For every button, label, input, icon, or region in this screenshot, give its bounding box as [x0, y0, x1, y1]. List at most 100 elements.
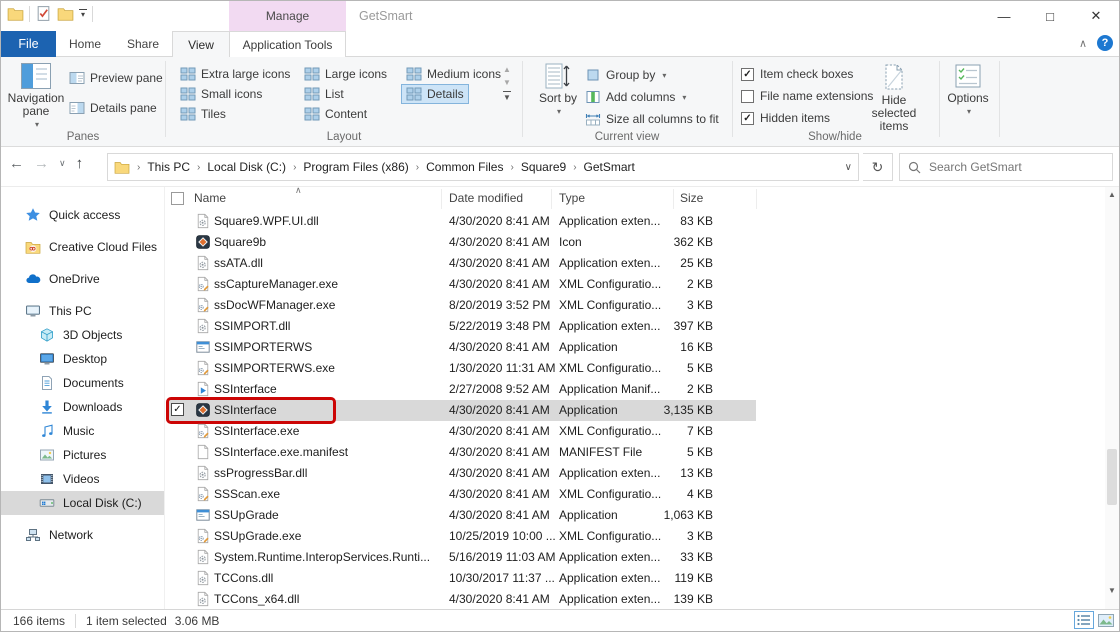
layout-option-large-icons[interactable]: Large icons: [299, 64, 392, 84]
file-row-ssdocwfmanager-exe[interactable]: ssDocWFManager.exe8/20/2019 3:52 PMXML C…: [166, 295, 1107, 316]
breadcrumb-segment-program-files-x86[interactable]: Program Files (x86): [303, 160, 408, 174]
sidebar-item-quick-access[interactable]: Quick access: [1, 203, 164, 227]
hide-selected-items-button[interactable]: Hide selected items: [861, 63, 927, 133]
breadcrumb-segment-local-disk-c[interactable]: Local Disk (C:): [207, 160, 286, 174]
size-all-columns-button[interactable]: Size all columns to fit: [585, 111, 719, 127]
contextual-tab-group-manage[interactable]: Manage: [229, 1, 346, 31]
details-pane-button[interactable]: Details pane: [69, 100, 157, 116]
layout-option-medium-icons[interactable]: Medium icons: [401, 64, 506, 84]
scroll-down-icon[interactable]: ▼: [503, 78, 511, 87]
folder-icon[interactable]: [57, 5, 74, 22]
scrollbar-thumb[interactable]: [1107, 449, 1117, 505]
file-row-system-runtime-interopservices-runti[interactable]: System.Runtime.InteropServices.Runti...5…: [166, 547, 1107, 568]
tab-share[interactable]: Share: [114, 31, 172, 57]
breadcrumb-separator-icon[interactable]: ›: [197, 162, 200, 173]
select-all-checkbox[interactable]: [171, 192, 184, 205]
breadcrumb-dropdown-icon[interactable]: ∨: [845, 162, 852, 173]
sidebar-item-pictures[interactable]: Pictures: [1, 443, 164, 467]
refresh-button[interactable]: ↻: [863, 153, 893, 181]
breadcrumb[interactable]: › This PC › Local Disk (C:) › Program Files (…: [107, 153, 859, 181]
up-icon[interactable]: ↑: [76, 155, 84, 172]
file-row-ssimporterws-exe[interactable]: SSIMPORTERWS.exe1/30/2020 11:31 AMXML Co…: [166, 358, 1107, 379]
back-icon[interactable]: ←: [9, 155, 24, 172]
file-row-ssinterface-exe[interactable]: SSInterface.exe4/30/2020 8:41 AMXML Conf…: [166, 421, 1107, 442]
file-row-tccons-dll[interactable]: TCCons.dll10/30/2017 11:37 ...Applicatio…: [166, 568, 1107, 589]
navigation-pane-button[interactable]: Navigation pane▾: [9, 63, 63, 131]
file-row-ssata-dll[interactable]: ssATA.dll4/30/2020 8:41 AMApplication ex…: [166, 253, 1107, 274]
sidebar-item-music[interactable]: Music: [1, 419, 164, 443]
sidebar-item-downloads[interactable]: Downloads: [1, 395, 164, 419]
maximize-button[interactable]: □: [1027, 1, 1073, 31]
options-button[interactable]: Options▾: [943, 63, 993, 118]
file-row-tccons-x64-dll[interactable]: TCCons_x64.dll4/30/2020 8:41 AMApplicati…: [166, 589, 1107, 610]
sidebar-item-creative-cloud-files[interactable]: Creative Cloud Files: [1, 235, 164, 259]
breadcrumb-segment-common-files[interactable]: Common Files: [426, 160, 503, 174]
file-row-ssimport-dll[interactable]: SSIMPORT.dll5/22/2019 3:48 PMApplication…: [166, 316, 1107, 337]
close-button[interactable]: ✕: [1073, 1, 1119, 31]
file-row-ssscan-exe[interactable]: SSScan.exe4/30/2020 8:41 AMXML Configura…: [166, 484, 1107, 505]
breadcrumb-segment-this-pc[interactable]: This PC: [147, 160, 190, 174]
sidebar-item-onedrive[interactable]: OneDrive: [1, 267, 164, 291]
sidebar-item-network[interactable]: Network: [1, 523, 164, 547]
scroll-up-icon[interactable]: ▲: [503, 65, 511, 74]
column-header-date-modified[interactable]: Date modified: [449, 191, 523, 205]
checkbox-item-check-boxes[interactable]: ✓Item check boxes: [741, 67, 853, 81]
layout-option-list[interactable]: List: [299, 84, 349, 104]
more-layouts-icon[interactable]: ▼: [503, 91, 511, 102]
forward-icon[interactable]: →: [34, 155, 49, 172]
tab-home[interactable]: Home: [56, 31, 114, 57]
scrollbar-up-icon[interactable]: ▲: [1105, 187, 1119, 201]
search-input[interactable]: [929, 160, 1089, 174]
breadcrumb-segment-square9[interactable]: Square9: [521, 160, 566, 174]
details-view-button[interactable]: [1074, 611, 1094, 629]
breadcrumb-separator-icon[interactable]: ›: [416, 162, 419, 173]
layout-option-content[interactable]: Content: [299, 104, 372, 124]
item-checkbox-checked[interactable]: ✓: [171, 403, 184, 416]
sidebar-item-videos[interactable]: Videos: [1, 467, 164, 491]
scrollbar-down-icon[interactable]: ▼: [1105, 583, 1119, 597]
layout-option-details[interactable]: Details: [401, 84, 469, 104]
column-header-name[interactable]: Name: [194, 191, 226, 205]
layout-option-tiles[interactable]: Tiles: [175, 104, 231, 124]
file-row-ssinterface-exe-manifest[interactable]: SSInterface.exe.manifest4/30/2020 8:41 A…: [166, 442, 1107, 463]
file-row-ssupgrade[interactable]: SSUpGrade4/30/2020 8:41 AMApplication1,0…: [166, 505, 1107, 526]
file-row-ssupgrade-exe[interactable]: SSUpGrade.exe10/25/2019 10:00 ...XML Con…: [166, 526, 1107, 547]
layout-option-small-icons[interactable]: Small icons: [175, 84, 267, 104]
properties-check-icon[interactable]: [35, 5, 52, 22]
breadcrumb-separator-icon[interactable]: ›: [573, 162, 576, 173]
breadcrumb-separator-icon[interactable]: ›: [510, 162, 513, 173]
collapse-ribbon-icon[interactable]: ∧: [1079, 37, 1087, 50]
thumbnails-view-button[interactable]: [1096, 611, 1116, 629]
preview-pane-button[interactable]: Preview pane: [69, 70, 163, 86]
file-row-square9-wpf-ui-dll[interactable]: Square9.WPF.UI.dll4/30/2020 8:41 AMAppli…: [166, 211, 1107, 232]
tab-file[interactable]: File: [1, 31, 56, 57]
file-row-square9b[interactable]: Square9b4/30/2020 8:41 AMIcon362 KB: [166, 232, 1107, 253]
file-row-ssimporterws[interactable]: SSIMPORTERWS4/30/2020 8:41 AMApplication…: [166, 337, 1107, 358]
layout-option-extra-large-icons[interactable]: Extra large icons: [175, 64, 295, 84]
file-row-ssprogressbar-dll[interactable]: ssProgressBar.dll4/30/2020 8:41 AMApplic…: [166, 463, 1107, 484]
breadcrumb-separator-icon[interactable]: ›: [137, 162, 140, 173]
group-by-button[interactable]: Group by▾: [585, 67, 666, 83]
tab-view[interactable]: View: [172, 31, 230, 57]
folder-icon[interactable]: [7, 5, 24, 22]
file-row-ssinterface[interactable]: SSInterface2/27/2008 9:52 AMApplication …: [166, 379, 1107, 400]
sidebar-item-documents[interactable]: Documents: [1, 371, 164, 395]
breadcrumb-separator-icon[interactable]: ›: [293, 162, 296, 173]
add-columns-button[interactable]: Add columns▾: [585, 89, 686, 105]
checkbox-file-name-extensions[interactable]: File name extensions: [741, 89, 873, 103]
minimize-button[interactable]: —: [981, 1, 1027, 31]
help-icon[interactable]: ?: [1097, 35, 1113, 51]
column-header-type[interactable]: Type: [559, 191, 585, 205]
vertical-scrollbar[interactable]: ▲ ▼: [1105, 187, 1119, 611]
file-row-ssinterface-selected[interactable]: ✓SSInterface4/30/2020 8:41 AMApplication…: [166, 400, 1107, 421]
tab-application-tools[interactable]: Application Tools: [229, 31, 346, 57]
recent-locations-chevron-icon[interactable]: ∨: [59, 158, 66, 169]
breadcrumb-segment-getsmart[interactable]: GetSmart: [584, 160, 635, 174]
file-row-sscapturemanager-exe[interactable]: ssCaptureManager.exe4/30/2020 8:41 AMXML…: [166, 274, 1107, 295]
checkbox-hidden-items[interactable]: ✓Hidden items: [741, 111, 830, 125]
customize-qat-arrow-icon[interactable]: ▾: [79, 9, 87, 19]
sort-by-button[interactable]: Sort by▾: [535, 63, 581, 118]
sidebar-item-local-disk-c[interactable]: Local Disk (C:): [1, 491, 164, 515]
sidebar-item-this-pc[interactable]: This PC: [1, 299, 164, 323]
column-header-size[interactable]: Size: [680, 191, 703, 205]
